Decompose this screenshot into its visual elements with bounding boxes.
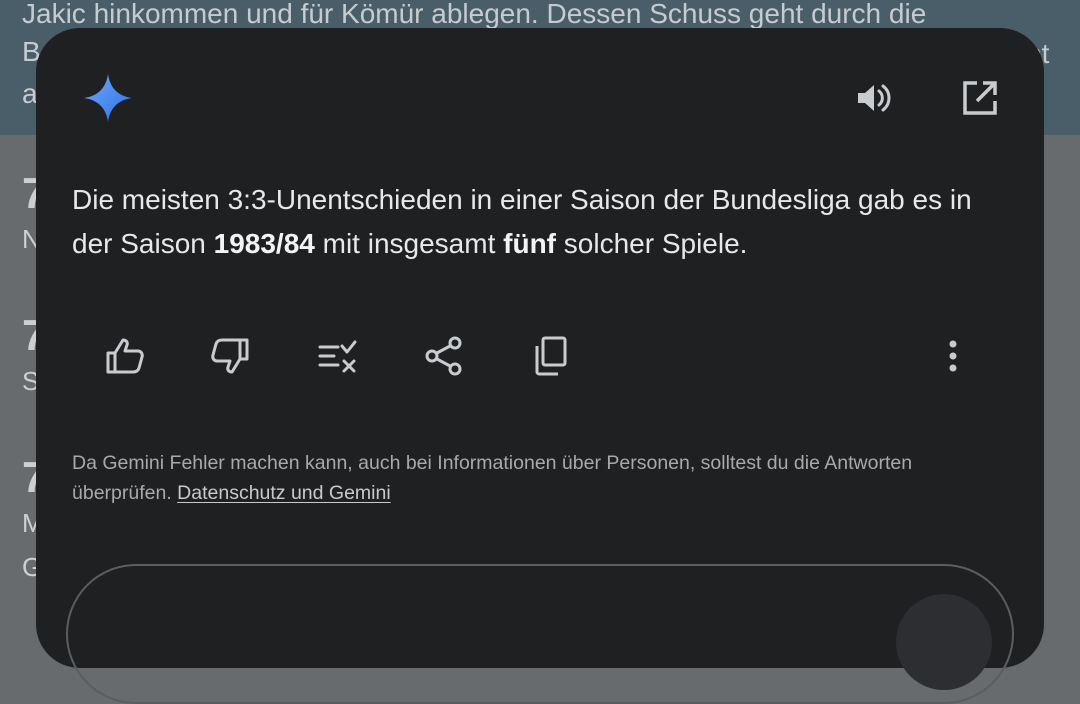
answer-bold-count: fünf <box>503 228 556 259</box>
open-in-new-icon[interactable] <box>960 78 1000 118</box>
mic-button[interactable] <box>896 594 992 690</box>
copy-icon[interactable] <box>530 334 574 378</box>
answer-text-part: mit insgesamt <box>314 228 504 259</box>
privacy-link[interactable]: Datenschutz und Gemini <box>177 482 391 504</box>
answer-text-part: solcher Spiele. <box>556 228 748 259</box>
thumbs-down-icon[interactable] <box>208 334 252 378</box>
more-vert-icon[interactable] <box>931 334 975 378</box>
gemini-sparkle-icon <box>82 72 134 124</box>
prompt-input-box[interactable] <box>66 564 1014 704</box>
speaker-icon[interactable] <box>854 78 894 118</box>
double-check-icon[interactable] <box>316 334 360 378</box>
thumbs-up-icon[interactable] <box>103 334 147 378</box>
gemini-answer-text: Die meisten 3:3-Unentschieden in einer S… <box>72 178 1012 266</box>
answer-bold-season: 1983/84 <box>213 228 315 259</box>
gemini-overlay-sheet: Die meisten 3:3-Unentschieden in einer S… <box>36 28 1044 704</box>
article-text-line: Jakic hinkommen und für Kömür ablegen. D… <box>22 0 927 29</box>
disclaimer-text: Da Gemini Fehler machen kann, auch bei I… <box>72 448 972 508</box>
share-icon[interactable] <box>422 334 466 378</box>
